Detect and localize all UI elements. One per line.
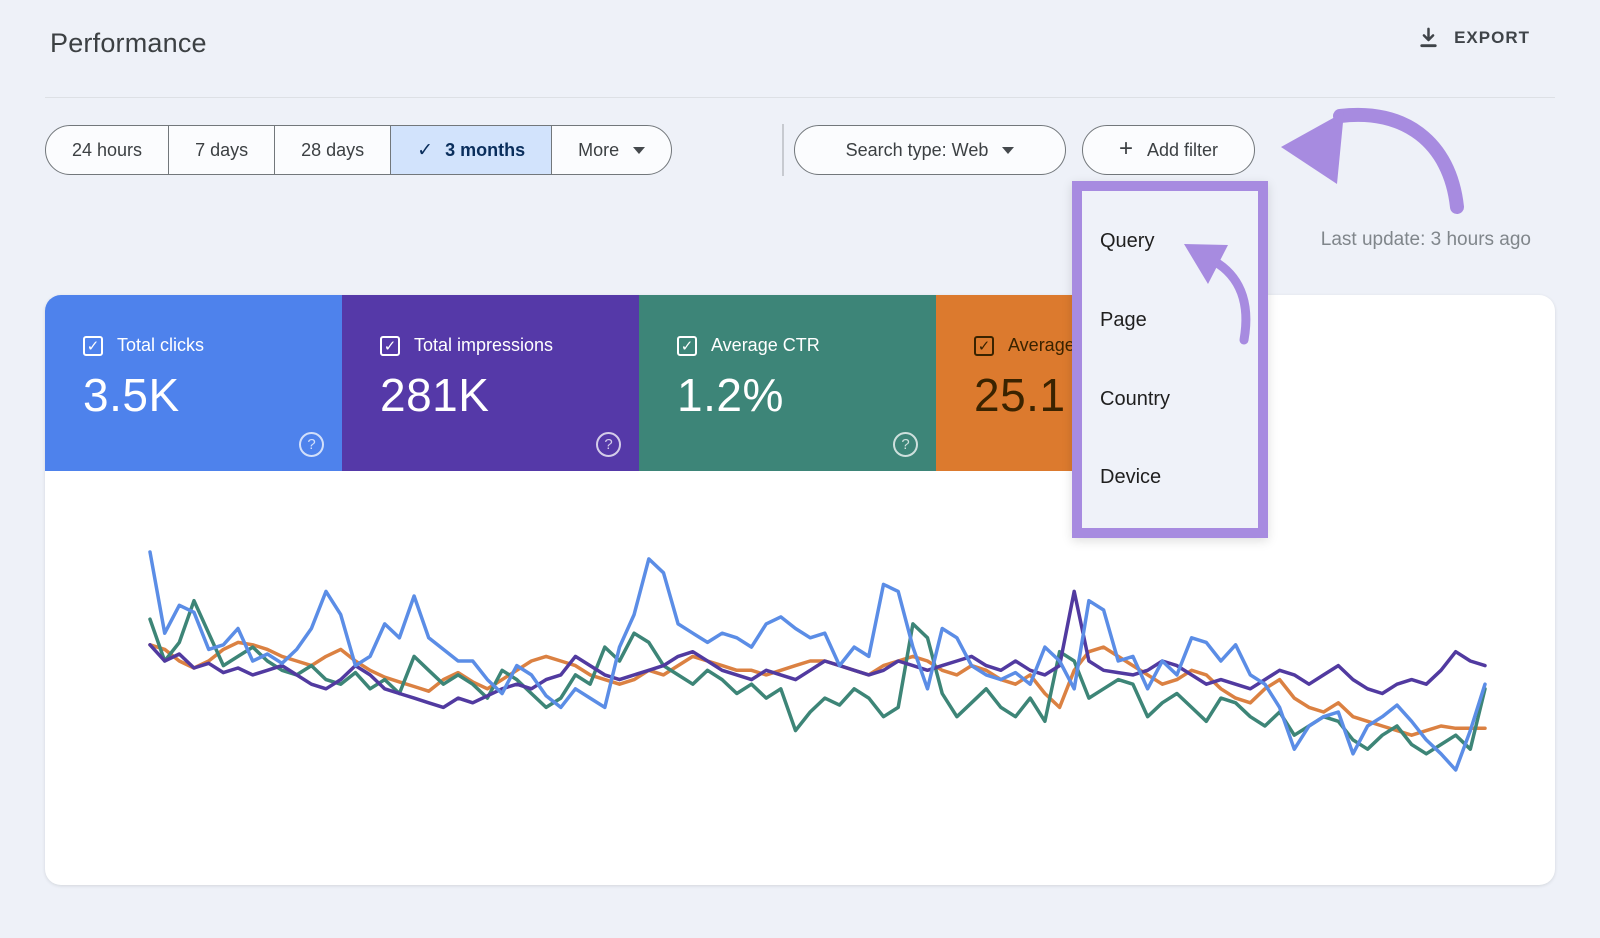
help-icon[interactable]: ? bbox=[299, 432, 324, 457]
metric-value: 3.5K bbox=[83, 368, 342, 422]
toolbar-separator bbox=[782, 124, 784, 176]
tab-label: 28 days bbox=[301, 140, 364, 161]
tab-label: 3 months bbox=[445, 140, 525, 161]
checkmark-icon: ✓ bbox=[417, 139, 433, 162]
metric-value: 281K bbox=[380, 368, 639, 422]
checkbox-checked-icon[interactable]: ✓ bbox=[380, 336, 400, 356]
tab-28-days[interactable]: 28 days bbox=[275, 126, 391, 174]
series-average-ctr bbox=[150, 601, 1485, 754]
tab-24-hours[interactable]: 24 hours bbox=[46, 126, 169, 174]
tab-label: 7 days bbox=[195, 140, 248, 161]
help-icon[interactable]: ? bbox=[596, 432, 621, 457]
metric-label: Average CTR bbox=[711, 335, 820, 356]
tab-more[interactable]: More bbox=[552, 126, 671, 174]
tab-label: More bbox=[578, 140, 619, 161]
checkbox-checked-icon[interactable]: ✓ bbox=[677, 336, 697, 356]
header-divider bbox=[45, 97, 1555, 98]
chevron-down-icon bbox=[1002, 147, 1014, 154]
metric-tile-total-clicks[interactable]: ✓ Total clicks 3.5K ? bbox=[45, 295, 342, 471]
metric-tile-average-ctr[interactable]: ✓ Average CTR 1.2% ? bbox=[639, 295, 936, 471]
performance-line-chart[interactable] bbox=[145, 535, 1490, 790]
tab-3-months[interactable]: ✓ 3 months bbox=[391, 126, 552, 174]
menu-item-country[interactable]: Country bbox=[1100, 385, 1170, 413]
page-title: Performance bbox=[50, 28, 207, 59]
download-icon bbox=[1417, 26, 1440, 49]
chevron-down-icon bbox=[633, 147, 645, 154]
tab-label: 24 hours bbox=[72, 140, 142, 161]
checkbox-checked-icon[interactable]: ✓ bbox=[974, 336, 994, 356]
checkbox-checked-icon[interactable]: ✓ bbox=[83, 336, 103, 356]
help-icon[interactable]: ? bbox=[893, 432, 918, 457]
date-range-tabs: 24 hours 7 days 28 days ✓ 3 months More bbox=[45, 125, 672, 175]
metric-label: Total impressions bbox=[414, 335, 553, 356]
metric-tile-total-impressions[interactable]: ✓ Total impressions 281K ? bbox=[342, 295, 639, 471]
metric-label: Total clicks bbox=[117, 335, 204, 356]
add-filter-button[interactable]: + Add filter bbox=[1082, 125, 1255, 175]
menu-item-page[interactable]: Page bbox=[1100, 306, 1147, 334]
last-update-text: Last update: 3 hours ago bbox=[1321, 229, 1531, 251]
add-filter-menu: Query Page Country Device bbox=[1072, 181, 1268, 538]
menu-item-query[interactable]: Query bbox=[1100, 227, 1154, 255]
menu-item-device[interactable]: Device bbox=[1100, 463, 1161, 491]
plus-icon: + bbox=[1119, 135, 1133, 163]
arrow-to-add-filter bbox=[1281, 112, 1457, 207]
metric-value: 1.2% bbox=[677, 368, 936, 422]
search-type-dropdown[interactable]: Search type: Web bbox=[794, 125, 1066, 175]
export-button[interactable]: EXPORT bbox=[1417, 26, 1530, 49]
tab-7-days[interactable]: 7 days bbox=[169, 126, 275, 174]
search-type-label: Search type: Web bbox=[846, 140, 989, 161]
export-label: EXPORT bbox=[1454, 28, 1530, 48]
add-filter-label: Add filter bbox=[1147, 140, 1218, 161]
